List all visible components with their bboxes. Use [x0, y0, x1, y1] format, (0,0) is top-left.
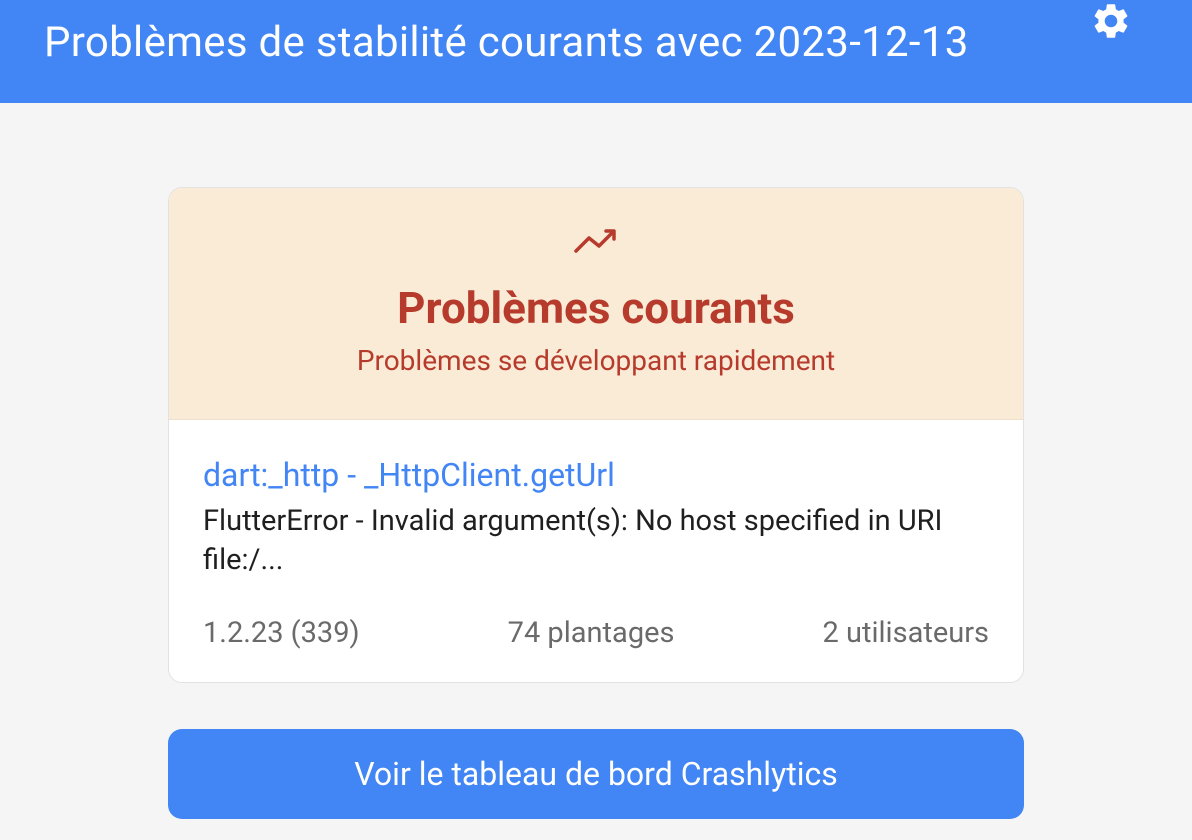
page-title: Problèmes de stabilité courants avec 202…	[44, 18, 969, 67]
issue-version: 1.2.23 (339)	[203, 616, 360, 650]
issue-crashes: 74 plantages	[508, 616, 675, 650]
issue-users: 2 utilisateurs	[822, 616, 989, 650]
issue-description: FlutterError - Invalid argument(s): No h…	[203, 502, 989, 580]
view-dashboard-button[interactable]: Voir le tableau de bord Crashlytics	[168, 729, 1024, 819]
header: Problèmes de stabilité courants avec 202…	[0, 0, 1192, 103]
card-subtitle: Problèmes se développant rapidement	[199, 344, 993, 377]
issue-link[interactable]: dart:_http - _HttpClient.getUrl	[203, 456, 615, 494]
card-header: Problèmes courants Problèmes se développ…	[169, 188, 1023, 420]
issue-stats: 1.2.23 (339) 74 plantages 2 utilisateurs	[203, 616, 989, 650]
card-title: Problèmes courants	[199, 282, 993, 334]
card-body: dart:_http - _HttpClient.getUrl FlutterE…	[169, 420, 1023, 682]
trending-issues-card: Problèmes courants Problèmes se développ…	[168, 187, 1024, 683]
gear-icon[interactable]	[1090, 0, 1132, 46]
trending-up-icon	[573, 226, 619, 260]
main-content: Problèmes courants Problèmes se développ…	[0, 103, 1192, 819]
